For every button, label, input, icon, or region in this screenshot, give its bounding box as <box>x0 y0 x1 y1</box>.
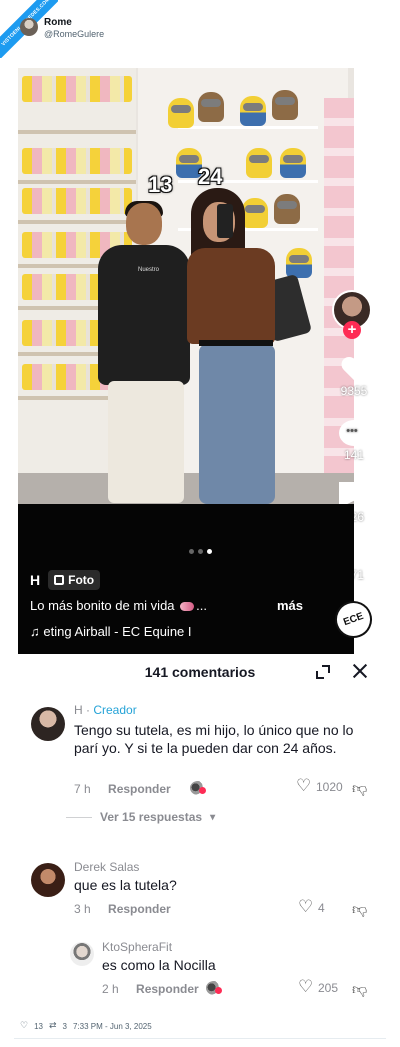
creator-liked-icon <box>190 781 206 795</box>
heart-icon <box>339 356 369 382</box>
avatar[interactable] <box>31 863 65 897</box>
overlay-number-right: 24 <box>198 164 223 189</box>
comments-header: 141 comentarios <box>18 654 382 690</box>
comment-text: que es la tutela? <box>74 877 177 893</box>
heart-outline-icon <box>298 977 314 997</box>
like-count: 9355 <box>340 384 368 398</box>
avatar[interactable] <box>70 942 94 966</box>
tweet-like-count: 13 <box>34 1021 43 1031</box>
retweet-icon[interactable]: ⇄ <box>49 1021 57 1031</box>
post-type-chip: Foto <box>48 570 101 590</box>
reply-button[interactable]: Responder <box>108 902 171 916</box>
carousel-dot[interactable] <box>188 549 194 554</box>
person-right <box>183 188 313 504</box>
comment-like-count: 1020 <box>316 780 343 794</box>
username-separator: · <box>82 703 94 717</box>
heart-emoji-icon <box>180 602 195 612</box>
tweet-timestamp[interactable]: 7:33 PM - Jun 3, 2025 <box>73 1022 152 1031</box>
plush-toy <box>240 96 266 126</box>
plush-toy <box>168 98 194 128</box>
plush-toy <box>280 148 306 178</box>
plush-toy <box>246 148 272 178</box>
tweet-retweet-count: 3 <box>62 1021 67 1031</box>
belt <box>199 340 273 346</box>
like-action[interactable]: 9355 <box>326 356 382 398</box>
dislike-icon[interactable]: 👎︎ <box>352 780 368 796</box>
creator-liked-icon <box>206 981 222 995</box>
reply-button[interactable]: Responder <box>136 982 199 996</box>
comment-text: es como la Nocilla <box>102 957 216 973</box>
pants <box>108 381 184 503</box>
avatar[interactable] <box>20 18 38 36</box>
music-track[interactable]: ♫ eting Airball - EC Equine I <box>30 624 192 639</box>
follow-button[interactable]: + <box>343 321 361 339</box>
divider <box>14 1038 386 1039</box>
comment-like[interactable]: 4 <box>298 897 325 917</box>
view-replies[interactable]: Ver 15 respuestas ▾ <box>66 810 215 824</box>
heart-outline-icon <box>298 897 314 917</box>
tweet-footer: ♡ 13 ⇄ 3 7:33 PM - Jun 3, 2025 <box>20 1021 152 1031</box>
comment-username[interactable]: H · Creador <box>74 703 137 717</box>
avatar[interactable] <box>31 707 65 741</box>
plush-toy <box>272 90 298 120</box>
plush-shelf <box>178 126 318 129</box>
post-author-line: H Foto <box>30 570 101 590</box>
reply-button[interactable]: Responder <box>108 782 171 796</box>
dislike-icon[interactable]: 👎︎ <box>352 901 368 917</box>
comment-like[interactable]: 205 <box>298 977 339 997</box>
comment-like-count: 205 <box>318 981 339 995</box>
shelf-board <box>18 180 136 184</box>
comment-meta: 3 h Responder <box>74 902 171 916</box>
carousel-dot[interactable] <box>197 549 203 554</box>
heart-outline-icon <box>296 776 312 796</box>
caption-more-link[interactable]: más <box>277 598 303 613</box>
view-replies-label: Ver 15 respuestas <box>100 810 203 824</box>
photo-icon <box>54 575 65 585</box>
head <box>126 203 162 245</box>
comment-username[interactable]: KtoSpheraFit <box>102 940 172 954</box>
chevron-down-icon: ▾ <box>210 811 216 823</box>
sweatshirt: Nuestro <box>98 245 190 385</box>
product-row <box>22 148 132 174</box>
post-photo[interactable]: Nuestro 13 24 <box>18 68 354 504</box>
comment-username-text: H <box>74 703 83 717</box>
tweet-author-name[interactable]: Rome <box>44 17 72 28</box>
plush-toy <box>198 92 224 122</box>
post-type-label: Foto <box>68 573 95 587</box>
comment-like[interactable]: 1020 <box>296 776 343 796</box>
comment-time: 2 h <box>102 982 119 996</box>
dislike-icon[interactable]: 👎︎ <box>352 981 368 997</box>
comment-time: 7 h <box>74 782 91 796</box>
person-left: Nuestro <box>98 201 190 503</box>
overlay-number-left: 13 <box>148 172 173 197</box>
replies-divider <box>66 816 92 818</box>
caption-ellipsis: ... <box>196 598 207 613</box>
carousel-dots <box>0 549 400 554</box>
comment-action[interactable]: 141 <box>326 420 382 462</box>
heart-outline-icon[interactable]: ♡ <box>20 1021 28 1031</box>
expand-icon[interactable] <box>316 665 330 679</box>
post-author[interactable]: H <box>30 572 40 588</box>
creator-badge: Creador <box>93 703 137 717</box>
comment-meta: 2 h Responder <box>102 982 199 996</box>
carousel-dot-active[interactable] <box>206 549 212 554</box>
tweet-header: VISTOENLASREDES.COM Rome @RomeGulere <box>0 0 400 66</box>
jeans <box>199 344 275 504</box>
comment-meta: 7 h Responder <box>74 782 171 796</box>
close-icon[interactable] <box>352 663 368 679</box>
comment-username[interactable]: Derek Salas <box>74 860 139 874</box>
caption-text: Lo más bonito de mi vida <box>30 598 175 613</box>
comment-text: Tengo su tutela, es mi hijo, lo único qu… <box>74 722 354 756</box>
product-row <box>22 76 132 102</box>
comment-time: 3 h <box>74 902 91 916</box>
shelf-board <box>18 130 136 134</box>
tweet-author-handle[interactable]: @RomeGulere <box>44 29 104 39</box>
top <box>187 248 275 344</box>
comment-count: 141 <box>343 448 365 462</box>
comment-like-count: 4 <box>318 901 325 915</box>
post-caption: Lo más bonito de mi vida ... <box>30 598 300 613</box>
phone <box>217 204 233 238</box>
shirt-logo-text: Nuestro <box>138 267 160 273</box>
comment-icon <box>339 420 369 446</box>
